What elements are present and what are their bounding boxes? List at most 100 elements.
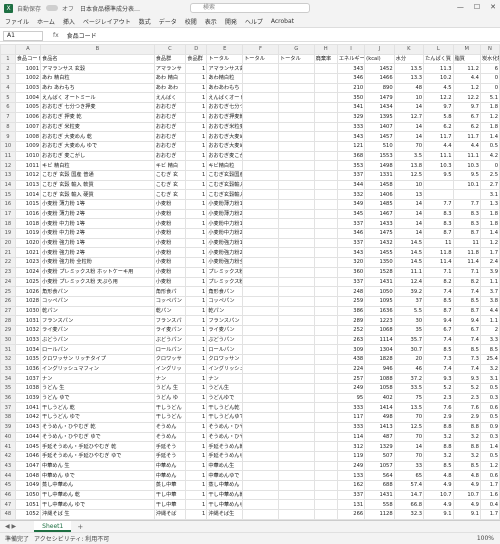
cell[interactable]: 蒸し中華 <box>153 479 187 491</box>
cell[interactable]: 4.4 <box>479 305 500 317</box>
cell[interactable]: 3.9 <box>479 266 500 278</box>
formula-input[interactable]: 食品コード <box>67 31 97 40</box>
cell[interactable]: 1.6 <box>479 489 500 501</box>
cell[interactable]: 1433 <box>364 218 395 230</box>
cell[interactable] <box>313 315 338 326</box>
cell[interactable]: 1023 <box>14 257 42 268</box>
cell[interactable]: 11.2 <box>452 63 481 75</box>
cell[interactable]: 1 <box>185 169 208 181</box>
cell[interactable] <box>242 324 279 336</box>
cell[interactable]: 70 <box>393 412 425 423</box>
zoom-level[interactable]: 100% <box>477 535 494 542</box>
cell[interactable]: うどん ゆ <box>153 392 187 404</box>
cell[interactable]: 2.9 <box>423 412 454 423</box>
cell[interactable]: 蒸し中華めん <box>40 479 155 491</box>
row-number[interactable]: 27 <box>0 305 16 317</box>
cell[interactable]: 1 <box>185 92 208 104</box>
cell[interactable]: 0 <box>479 73 500 84</box>
row-number[interactable]: 44 <box>0 470 16 481</box>
cell[interactable]: 4.9 <box>423 499 454 510</box>
row-number[interactable]: 12 <box>0 160 16 171</box>
menu-item-4[interactable]: 数式 <box>139 17 151 26</box>
cell[interactable] <box>277 334 315 346</box>
cell[interactable] <box>242 344 279 355</box>
close-button[interactable]: ✕ <box>490 3 496 11</box>
cell[interactable]: 6 <box>479 63 500 75</box>
cell[interactable]: 341 <box>336 102 366 113</box>
cell[interactable] <box>313 140 338 152</box>
cell[interactable]: 1057 <box>364 460 395 472</box>
cell[interactable]: 1 <box>185 160 208 171</box>
row-number[interactable]: 34 <box>0 373 16 385</box>
cell[interactable]: 1350 <box>364 257 395 268</box>
column-header[interactable]: F <box>242 44 279 55</box>
cell[interactable]: 14 <box>393 131 425 142</box>
cell[interactable]: 1 <box>185 73 208 84</box>
cell[interactable] <box>242 266 279 278</box>
cell[interactable]: おおむぎ 七分つき押麦 <box>40 102 155 113</box>
cell[interactable]: 1 <box>185 63 208 75</box>
cell[interactable] <box>277 383 315 394</box>
cell[interactable] <box>313 228 338 239</box>
cell[interactable] <box>313 286 338 297</box>
cell[interactable]: 0.4 <box>479 499 500 510</box>
cell[interactable]: 9.1 <box>423 509 454 520</box>
cell[interactable]: 1 <box>185 237 208 249</box>
cell[interactable]: クロワッサン リッチタイプ <box>40 354 155 365</box>
cell[interactable]: 小麦粉強力粉1等 <box>206 237 244 249</box>
cell[interactable]: 4.4 <box>452 73 481 84</box>
cell[interactable] <box>313 189 338 200</box>
row-number[interactable]: 21 <box>0 247 16 259</box>
cell[interactable]: 乾パン <box>40 305 155 317</box>
cell[interactable] <box>242 450 279 462</box>
menu-item-3[interactable]: ページレイアウト <box>83 17 131 26</box>
cell[interactable]: 131 <box>336 499 366 510</box>
cell[interactable]: 289 <box>336 315 366 326</box>
cell[interactable]: 1 <box>185 392 208 404</box>
cell[interactable]: 10.1 <box>452 179 481 191</box>
cell[interactable]: 0.3 <box>479 392 500 404</box>
cell[interactable] <box>277 199 315 210</box>
cell[interactable]: 10.7 <box>423 489 454 501</box>
row-number[interactable]: 48 <box>0 509 16 520</box>
row-number[interactable]: 37 <box>0 402 16 414</box>
cell[interactable]: 5.1 <box>479 92 500 104</box>
cell[interactable] <box>313 102 338 113</box>
cell[interactable]: 14 <box>393 441 425 452</box>
cell[interactable]: 小麦粉 強力粉 1等 <box>40 237 155 249</box>
cell[interactable]: 2.9 <box>452 412 481 423</box>
cell[interactable]: 9.3 <box>452 373 481 385</box>
cell[interactable] <box>242 208 279 220</box>
cell[interactable]: 5.5 <box>393 305 425 317</box>
cell[interactable]: 8.5 <box>423 460 454 472</box>
cell[interactable]: 946 <box>364 363 395 375</box>
cell[interactable]: 1 <box>185 315 208 326</box>
cell[interactable]: おおむぎ大麦めん乾 <box>206 131 244 142</box>
cell[interactable]: 8.3 <box>452 218 481 230</box>
cell[interactable]: おおむぎ 押麦 乾 <box>40 111 155 123</box>
cell[interactable]: 9.4 <box>423 315 454 326</box>
row-number[interactable]: 47 <box>0 499 16 510</box>
cell[interactable]: 3.1 <box>479 373 500 385</box>
tab-sheet1[interactable]: Sheet1 <box>34 521 72 532</box>
cell[interactable]: 3.2 <box>423 431 454 443</box>
cell[interactable]: 4.9 <box>452 479 481 491</box>
cell[interactable]: こむぎ 玄 <box>153 179 187 191</box>
cell[interactable] <box>277 189 315 200</box>
cell[interactable]: 手延そう <box>153 450 187 462</box>
row-number[interactable]: 8 <box>0 121 16 133</box>
cell[interactable]: 小麦粉強力粉2等 <box>206 247 244 259</box>
column-header[interactable]: B <box>40 44 155 55</box>
cell[interactable]: 10.2 <box>423 73 454 84</box>
cell[interactable]: 2.7 <box>479 179 500 191</box>
cell[interactable]: 中華めん ゆで <box>40 470 155 481</box>
cell[interactable]: 4.8 <box>452 470 481 481</box>
cell[interactable]: 角形食パ <box>153 286 187 297</box>
cell[interactable]: 1434 <box>364 102 395 113</box>
cell[interactable] <box>277 509 315 520</box>
cell[interactable]: 1466 <box>364 73 395 84</box>
cell[interactable]: 346 <box>336 228 366 239</box>
cell[interactable]: 1 <box>185 383 208 394</box>
cell[interactable]: 13 <box>393 189 425 200</box>
cell[interactable]: コッペパン <box>206 295 244 307</box>
